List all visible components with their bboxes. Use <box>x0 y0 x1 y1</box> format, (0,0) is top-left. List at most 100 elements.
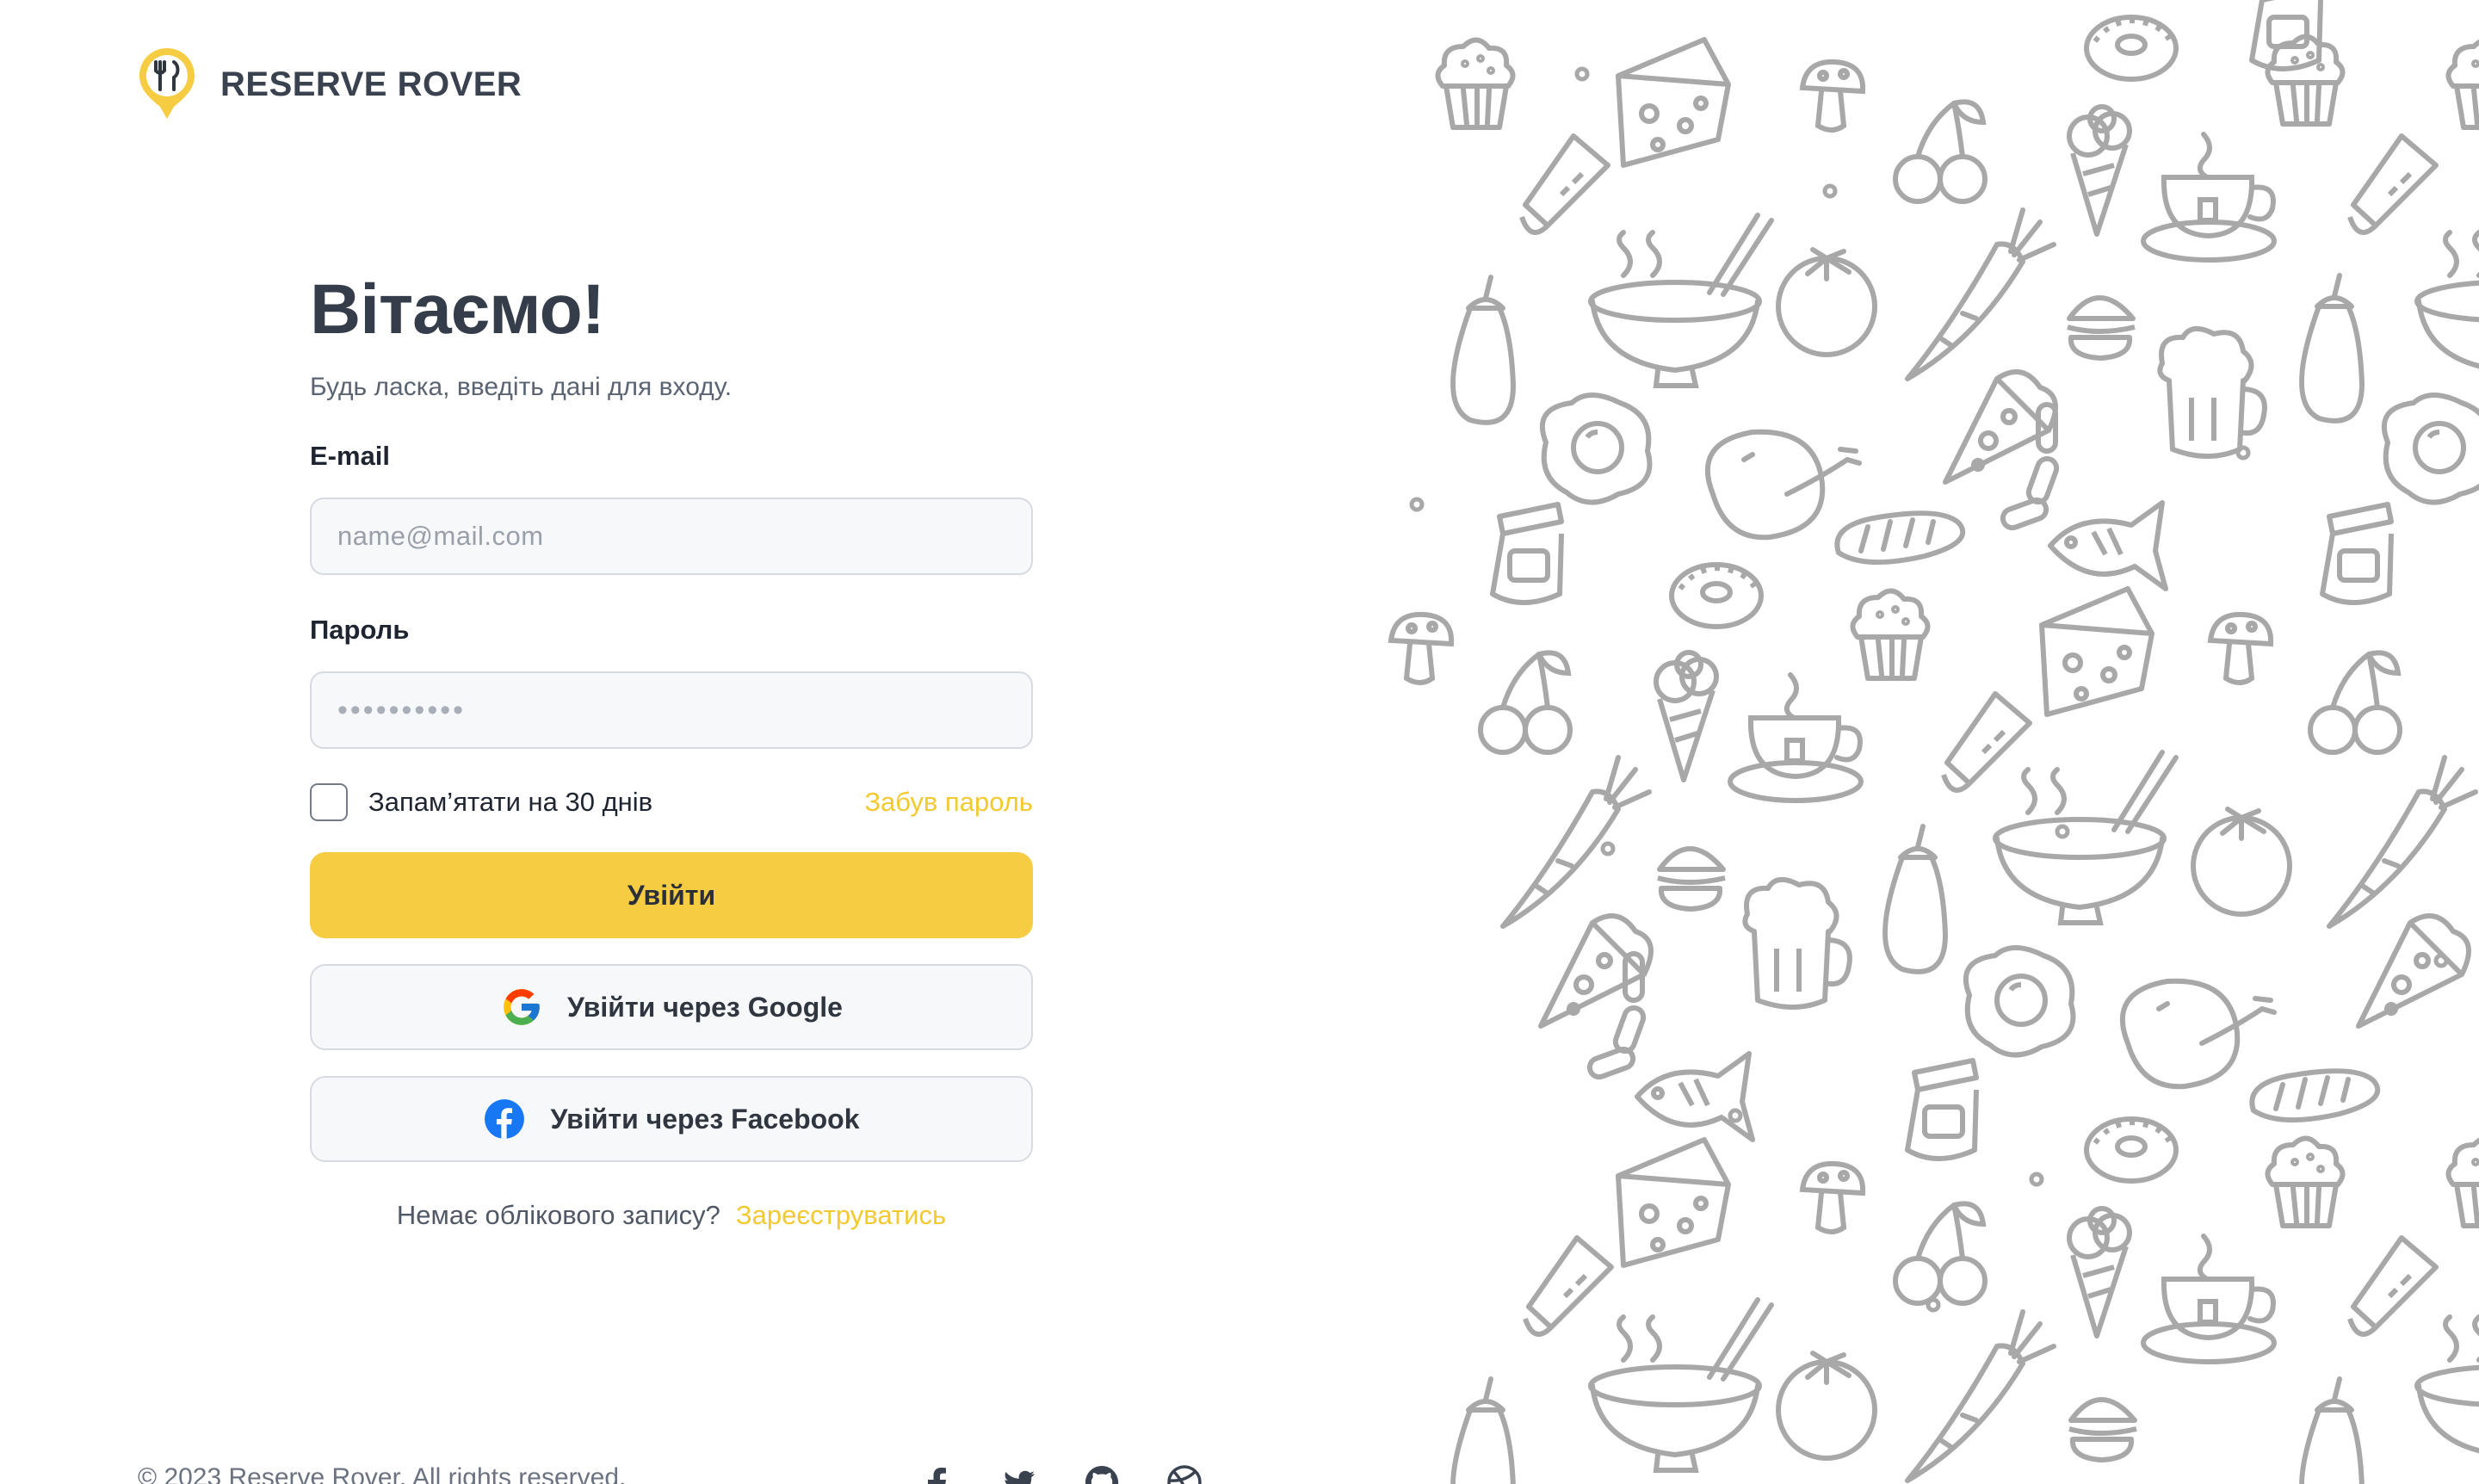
roast-chicken-doodle <box>1708 432 1859 538</box>
beer-mug-doodle <box>2160 329 2265 456</box>
salt-shaker-doodle <box>2350 1238 2436 1334</box>
fish-doodle <box>1637 1054 1753 1140</box>
brand-logo[interactable]: RESERVE ROVER <box>136 45 522 124</box>
dot-doodle <box>2238 448 2248 458</box>
password-label: Пароль <box>310 615 410 645</box>
ice-cream-doodle <box>2069 1209 2130 1336</box>
dot-doodle <box>2057 826 2068 837</box>
no-account-text: Немає облікового запису? <box>396 1200 720 1230</box>
bowl-doodle <box>1591 215 1771 386</box>
eggplant-doodle <box>2302 1379 2362 1484</box>
facebook-icon <box>483 1098 526 1141</box>
page-subtitle: Будь ласка, введіть дані для входу. <box>310 373 733 401</box>
cherry-doodle <box>1895 102 1985 201</box>
bowl-doodle <box>1995 752 2176 923</box>
remember-checkbox[interactable] <box>310 783 348 821</box>
signup-prompt: Немає облікового запису? Зареєструватись <box>310 1200 1033 1231</box>
cupcake-doodle <box>1437 40 1512 127</box>
cheese-doodle <box>1618 40 1728 165</box>
location-pin-cutlery-icon <box>136 45 198 124</box>
bread-doodle <box>1837 513 1963 562</box>
carrot-doodle <box>1503 757 1649 926</box>
donut-doodle <box>2086 1119 2176 1181</box>
salt-shaker-doodle <box>1522 136 1608 232</box>
github-icon[interactable] <box>1083 1463 1121 1484</box>
dot-doodle <box>1928 1300 1938 1310</box>
jam-jar-doodle <box>1493 504 1561 603</box>
login-form: Вітаємо! Будь ласка, введіть дані для вх… <box>310 267 1033 1231</box>
cherry-doodle <box>1481 652 1570 752</box>
ice-cream-doodle <box>2069 107 2130 234</box>
register-link[interactable]: Зареєструватись <box>736 1200 946 1230</box>
fried-egg-doodle <box>1542 395 1650 503</box>
jam-jar-doodle <box>2322 504 2391 603</box>
facebook-login-label: Увійти через Facebook <box>550 1103 860 1135</box>
twitter-icon[interactable] <box>1000 1463 1038 1484</box>
login-panel: RESERVE ROVER Вітаємо! Будь ласка, введі… <box>0 0 1377 1484</box>
email-label: E-mail <box>310 441 391 471</box>
dot-doodle <box>1577 69 1587 79</box>
facebook-icon[interactable] <box>918 1463 955 1484</box>
email-placeholder: name@mail.com <box>337 521 544 551</box>
google-icon <box>500 986 543 1029</box>
bowl-doodle <box>2417 215 2479 386</box>
dot-doodle <box>2031 1174 2042 1184</box>
forgot-password-link[interactable]: Забув пароль <box>864 787 1033 818</box>
cheese-doodle <box>1618 1140 1728 1265</box>
dot-doodle <box>1730 1110 1740 1121</box>
jam-jar-doodle <box>1907 1060 1976 1159</box>
remember-label[interactable]: Запам’ятати на 30 днів <box>368 787 652 818</box>
dot-doodle <box>1412 499 1422 510</box>
eggplant-doodle <box>1453 277 1513 423</box>
cupcake-doodle <box>2267 36 2342 124</box>
dot-doodle <box>1603 844 1613 854</box>
bowl-doodle <box>2417 1300 2479 1470</box>
cupcake-doodle <box>2448 40 2479 127</box>
ice-cream-doodle <box>1656 652 1716 780</box>
carrot-doodle <box>2329 757 2476 926</box>
cheese-doodle <box>2042 589 2152 714</box>
password-field[interactable]: •••••••••• <box>310 671 1033 749</box>
roast-chicken-doodle <box>2123 981 2274 1087</box>
doodle-pattern <box>1377 0 2479 1484</box>
brand-name: RESERVE ROVER <box>220 65 522 103</box>
copyright-text: © 2023 Reserve Rover. All rights reserve… <box>138 1463 627 1484</box>
bowl-doodle <box>1591 1300 1771 1470</box>
pizza-doodle <box>2358 916 2469 1026</box>
password-value: •••••••••• <box>337 693 467 727</box>
tea-cup-doodle <box>2143 1236 2274 1362</box>
dot-doodle <box>1825 186 1835 196</box>
tea-cup-doodle <box>1730 675 1861 801</box>
facebook-login-button[interactable]: Увійти через Facebook <box>310 1076 1033 1162</box>
google-login-button[interactable]: Увійти через Google <box>310 964 1033 1050</box>
tea-cup-doodle <box>2143 134 2274 260</box>
burger-doodle <box>2068 298 2135 358</box>
cherry-doodle <box>2310 652 2400 752</box>
sausage-doodle <box>1587 954 1646 1079</box>
google-login-label: Увійти через Google <box>567 991 843 1023</box>
email-field[interactable]: name@mail.com <box>310 498 1033 575</box>
dribbble-icon[interactable] <box>1165 1463 1203 1484</box>
cupcake-doodle <box>2448 1138 2479 1226</box>
mushroom-doodle <box>1802 62 1863 130</box>
tomato-doodle <box>2193 809 2290 914</box>
fish-doodle <box>2050 503 2166 589</box>
carrot-doodle <box>1907 210 2054 379</box>
remember-option[interactable]: Запам’ятати на 30 днів <box>310 783 652 821</box>
login-button-label: Увійти <box>627 879 716 911</box>
tomato-doodle <box>1778 1353 1875 1458</box>
food-doodle-illustration <box>1377 0 2479 1484</box>
cupcake-doodle <box>1852 591 1927 678</box>
burger-doodle <box>1658 849 1725 909</box>
mushroom-doodle <box>1802 1164 1863 1232</box>
mushroom-doodle <box>1391 615 1451 683</box>
mushroom-doodle <box>2210 615 2271 683</box>
login-button[interactable]: Увійти <box>310 852 1033 938</box>
burger-doodle <box>2069 1400 2136 1460</box>
fried-egg-doodle <box>2384 395 2479 503</box>
tomato-doodle <box>1778 250 1875 355</box>
page-title: Вітаємо! <box>310 270 605 349</box>
eggplant-doodle <box>1453 1379 1513 1484</box>
salt-shaker-doodle <box>2350 136 2436 232</box>
fried-egg-doodle <box>1966 948 2074 1055</box>
